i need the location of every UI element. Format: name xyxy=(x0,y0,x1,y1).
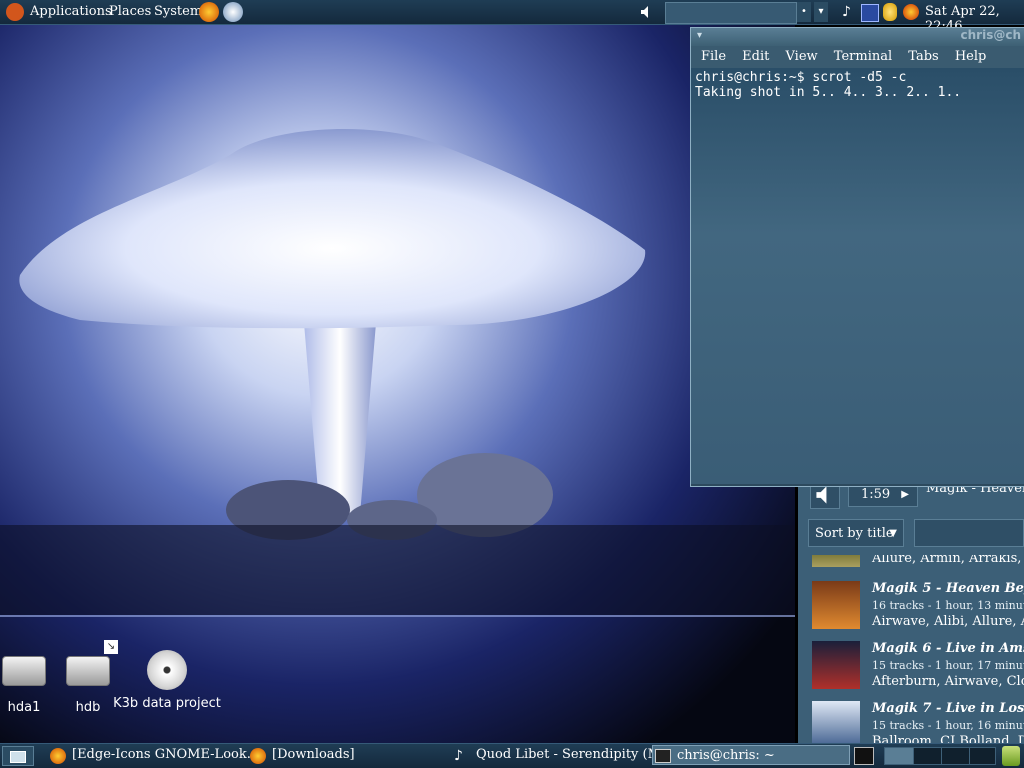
firefox-launcher-icon[interactable] xyxy=(199,2,219,22)
menu-terminal[interactable]: Terminal xyxy=(828,46,898,67)
messenger-icon[interactable] xyxy=(883,3,897,21)
workspace-4[interactable] xyxy=(969,748,998,764)
quodlibet-window: Magik - Heaven 1:59 ▶ Sort by title ▼ Al… xyxy=(798,481,1024,743)
ubuntu-logo-icon[interactable] xyxy=(6,3,24,21)
desktop-icon-k3b-data-project[interactable]: K3b data project xyxy=(112,650,222,711)
speaker-icon xyxy=(816,486,827,504)
mail-launcher-icon[interactable] xyxy=(223,2,243,22)
terminal-titlebar[interactable]: ▾ chris@ch xyxy=(691,28,1024,46)
terminal-window[interactable]: ▾ chris@ch File Edit View Terminal Tabs … xyxy=(690,27,1024,487)
window-menu-icon[interactable]: ▾ xyxy=(697,30,702,41)
sort-dropdown[interactable]: Sort by title ▼ xyxy=(808,519,904,547)
search-field[interactable] xyxy=(665,2,797,24)
workspace-2[interactable] xyxy=(913,748,942,764)
volume-icon[interactable] xyxy=(640,5,654,19)
chevron-down-icon: ▼ xyxy=(889,528,897,539)
applications-menu[interactable]: Applications xyxy=(30,4,112,19)
menu-help[interactable]: Help xyxy=(949,46,993,67)
show-desktop-icon xyxy=(10,751,26,763)
cd-disc-icon xyxy=(147,650,187,690)
album-cover xyxy=(812,641,860,689)
top-panel: Applications Places System • ▾ ♪ Sat Apr… xyxy=(0,0,1024,34)
desktop-icon-hda1[interactable]: hda1 xyxy=(0,650,48,715)
album-filter-input[interactable] xyxy=(914,519,1024,547)
album-row[interactable]: Magik 5 - Heaven Beyond ( 16 tracks - 1 … xyxy=(808,581,1024,639)
workspace-1[interactable] xyxy=(885,748,913,764)
taskbar-item-firefox-edge-icons[interactable]: [Edge-Icons GNOME-Look... xyxy=(48,747,262,765)
terminal-icon xyxy=(655,749,671,763)
terminal-output[interactable]: chris@chris:~$ scrot -d5 -c Taking shot … xyxy=(691,68,1024,484)
terminal-menubar: File Edit View Terminal Tabs Help xyxy=(691,46,1024,68)
bluetooth-icon[interactable] xyxy=(861,4,879,22)
workspace-switcher[interactable] xyxy=(884,747,996,765)
taskbar-item-terminal[interactable]: chris@chris: ~ xyxy=(652,745,850,765)
terminal-line: Taking shot in 5.. 4.. 3.. 2.. 1.. xyxy=(695,85,962,100)
desktop-wallpaper xyxy=(0,25,795,743)
music-note-icon[interactable]: ♪ xyxy=(842,4,858,20)
album-cover xyxy=(812,581,860,629)
menu-view[interactable]: View xyxy=(780,46,824,67)
mushroom-wallpaper-art xyxy=(0,128,795,615)
firefox-icon xyxy=(250,748,266,764)
album-cover xyxy=(812,701,860,743)
trash-icon[interactable] xyxy=(1002,746,1020,766)
terminal-tray-icon[interactable] xyxy=(854,747,874,765)
menu-tabs[interactable]: Tabs xyxy=(902,46,944,67)
search-dropdown-button[interactable]: • xyxy=(797,2,811,22)
places-menu[interactable]: Places xyxy=(109,4,151,19)
system-menu[interactable]: System xyxy=(154,4,202,19)
album-row[interactable]: Magik 6 - Live in Amsterdam 15 tracks - … xyxy=(808,641,1024,699)
album-row[interactable]: Magik 7 - Live in Los Angel 15 tracks - … xyxy=(808,701,1024,743)
album-row[interactable]: Allure, Armin, Arrakis, Art o xyxy=(808,555,1024,569)
taskbar-item-downloads[interactable]: [Downloads] xyxy=(248,747,462,765)
show-desktop-button[interactable] xyxy=(2,746,34,766)
hard-drive-icon xyxy=(66,656,110,686)
update-icon[interactable] xyxy=(903,4,919,20)
terminal-title: chris@ch xyxy=(960,28,1022,42)
workspace-3[interactable] xyxy=(941,748,970,764)
desktop-icon-hdb[interactable]: ↘ hdb xyxy=(64,640,118,715)
horizon-line xyxy=(0,615,795,617)
terminal-line: chris@chris:~$ scrot -d5 -c xyxy=(695,70,907,85)
album-list: Allure, Armin, Arrakis, Art o Magik 5 - … xyxy=(798,555,1024,743)
firefox-icon xyxy=(50,748,66,764)
album-cover xyxy=(812,555,860,567)
chevron-down-icon[interactable]: ▾ xyxy=(814,2,828,22)
bottom-panel: [Edge-Icons GNOME-Look... [Downloads] ♪ … xyxy=(0,743,1024,768)
music-note-icon: ♪ xyxy=(454,748,463,764)
menu-file[interactable]: File xyxy=(695,46,732,67)
hard-drive-icon xyxy=(2,656,46,686)
menu-edit[interactable]: Edit xyxy=(736,46,775,67)
taskbar-item-quodlibet[interactable]: ♪ Quod Libet - Serendipity (M... xyxy=(452,747,670,765)
